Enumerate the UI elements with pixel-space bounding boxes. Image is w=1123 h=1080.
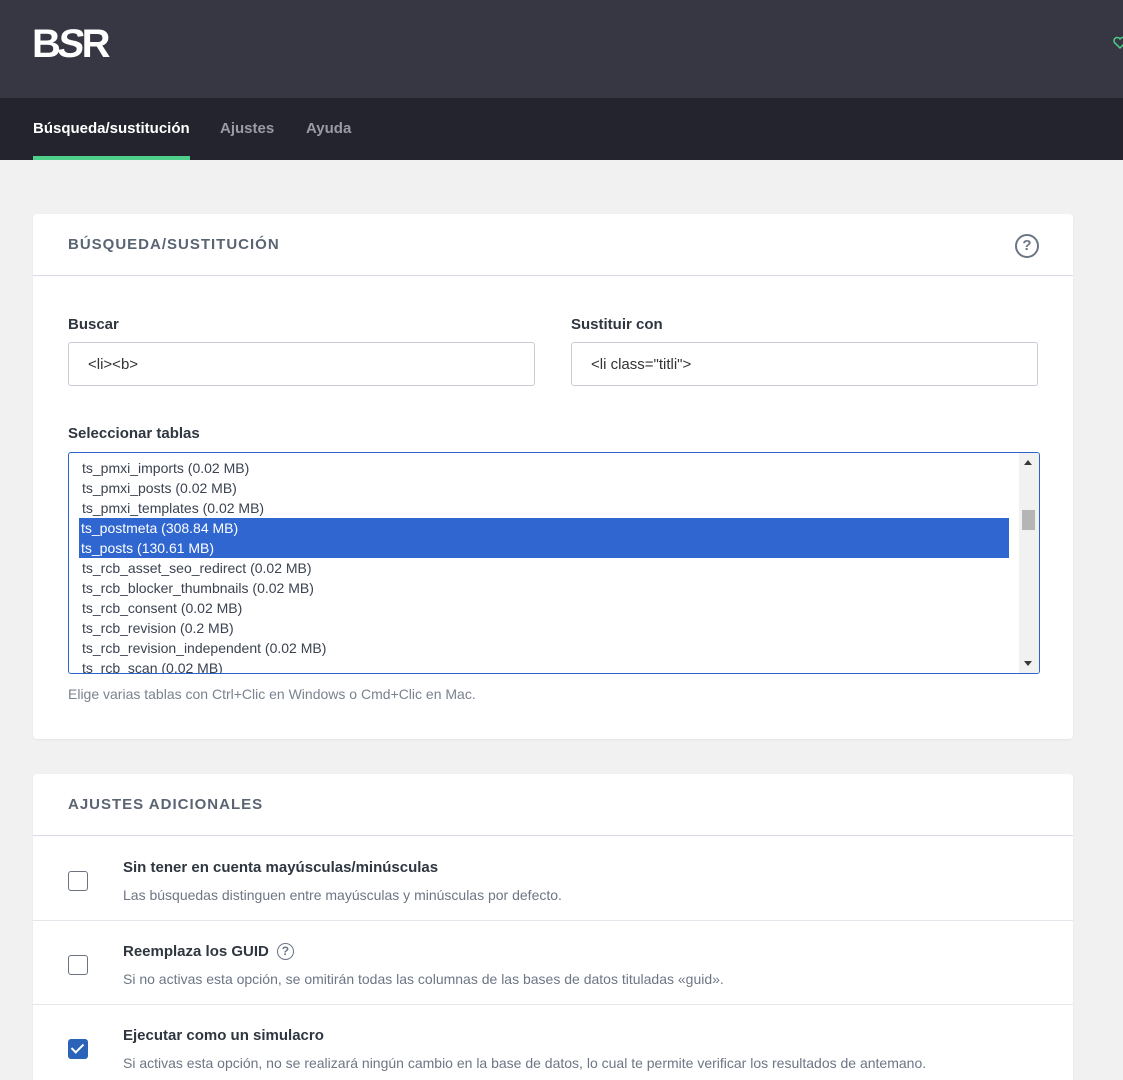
- scrollbar-thumb[interactable]: [1022, 510, 1035, 530]
- list-item[interactable]: ts_pmxi_imports (0.02 MB): [80, 458, 1010, 478]
- list-item[interactable]: ts_rcb_revision_independent (0.02 MB): [80, 638, 1010, 658]
- tables-hint: Elige varias tablas con Ctrl+Clic en Win…: [68, 686, 476, 702]
- list-item[interactable]: ts_rcb_consent (0.02 MB): [80, 598, 1010, 618]
- top-header: BSR: [0, 0, 1123, 98]
- case-insensitive-checkbox[interactable]: [68, 871, 88, 891]
- heart-icon[interactable]: [1113, 36, 1123, 50]
- card-title: BÚSQUEDA/SUSTITUCIÓN: [68, 236, 280, 253]
- scroll-down-arrow-icon[interactable]: [1024, 661, 1032, 666]
- bsr-logo[interactable]: BSR: [32, 22, 110, 66]
- search-label: Buscar: [68, 316, 119, 333]
- card-header: AJUSTES ADICIONALES: [33, 774, 1073, 836]
- setting-case-insensitive: Sin tener en cuenta mayúsculas/minúscula…: [33, 837, 1073, 921]
- main-nav: Búsqueda/sustitución Ajustes Ayuda: [0, 98, 1123, 160]
- tables-multiselect[interactable]: ts_pmxi_imports (0.02 MB) ts_pmxi_posts …: [68, 452, 1040, 674]
- card-header: BÚSQUEDA/SUSTITUCIÓN ?: [33, 214, 1073, 276]
- tab-busqueda-sustitucion[interactable]: Búsqueda/sustitución: [33, 98, 190, 160]
- tab-ayuda[interactable]: Ayuda: [306, 98, 351, 160]
- list-item[interactable]: ts_rcb_asset_seo_redirect (0.02 MB): [80, 558, 1010, 578]
- setting-title: Reemplaza los GUID: [123, 943, 269, 960]
- list-item[interactable]: ts_pmxi_templates (0.02 MB): [80, 498, 1010, 518]
- setting-title-wrap: Reemplaza los GUID?: [123, 943, 294, 960]
- list-item[interactable]: ts_rcb_blocker_thumbnails (0.02 MB): [80, 578, 1010, 598]
- list-item-selected[interactable]: ts_postmeta (308.84 MB): [79, 518, 1009, 538]
- help-icon[interactable]: ?: [1015, 234, 1039, 258]
- search-input[interactable]: [68, 342, 535, 386]
- scrollbar[interactable]: [1019, 453, 1039, 673]
- additional-settings-card: AJUSTES ADICIONALES Sin tener en cuenta …: [33, 774, 1073, 1080]
- tables-label: Seleccionar tablas: [68, 425, 200, 442]
- search-replace-card: BÚSQUEDA/SUSTITUCIÓN ? Buscar Sustituir …: [33, 214, 1073, 739]
- list-item[interactable]: ts_rcb_revision (0.2 MB): [80, 618, 1010, 638]
- setting-description: Si activas esta opción, no se realizará …: [123, 1055, 927, 1071]
- setting-replace-guids: Reemplaza los GUID? Si no activas esta o…: [33, 921, 1073, 1005]
- list-item[interactable]: ts_rcb_scan (0.02 MB): [80, 658, 1010, 673]
- card-title: AJUSTES ADICIONALES: [68, 796, 264, 813]
- setting-description: Si no activas esta opción, se omitirán t…: [123, 971, 724, 987]
- list-item-selected[interactable]: ts_posts (130.61 MB): [79, 538, 1009, 558]
- help-icon[interactable]: ?: [276, 943, 294, 960]
- replace-input[interactable]: [571, 342, 1038, 386]
- setting-description: Las búsquedas distinguen entre mayúscula…: [123, 887, 562, 903]
- setting-title: Ejecutar como un simulacro: [123, 1027, 324, 1044]
- dry-run-checkbox[interactable]: [68, 1039, 88, 1059]
- setting-title: Sin tener en cuenta mayúsculas/minúscula…: [123, 859, 439, 876]
- replace-guids-checkbox[interactable]: [68, 955, 88, 975]
- tab-ajustes[interactable]: Ajustes: [220, 98, 274, 160]
- replace-label: Sustituir con: [571, 316, 663, 333]
- setting-dry-run: Ejecutar como un simulacro Si activas es…: [33, 1005, 1073, 1080]
- scroll-up-arrow-icon[interactable]: [1024, 460, 1032, 465]
- list-item[interactable]: ts_pmxi_posts (0.02 MB): [80, 478, 1010, 498]
